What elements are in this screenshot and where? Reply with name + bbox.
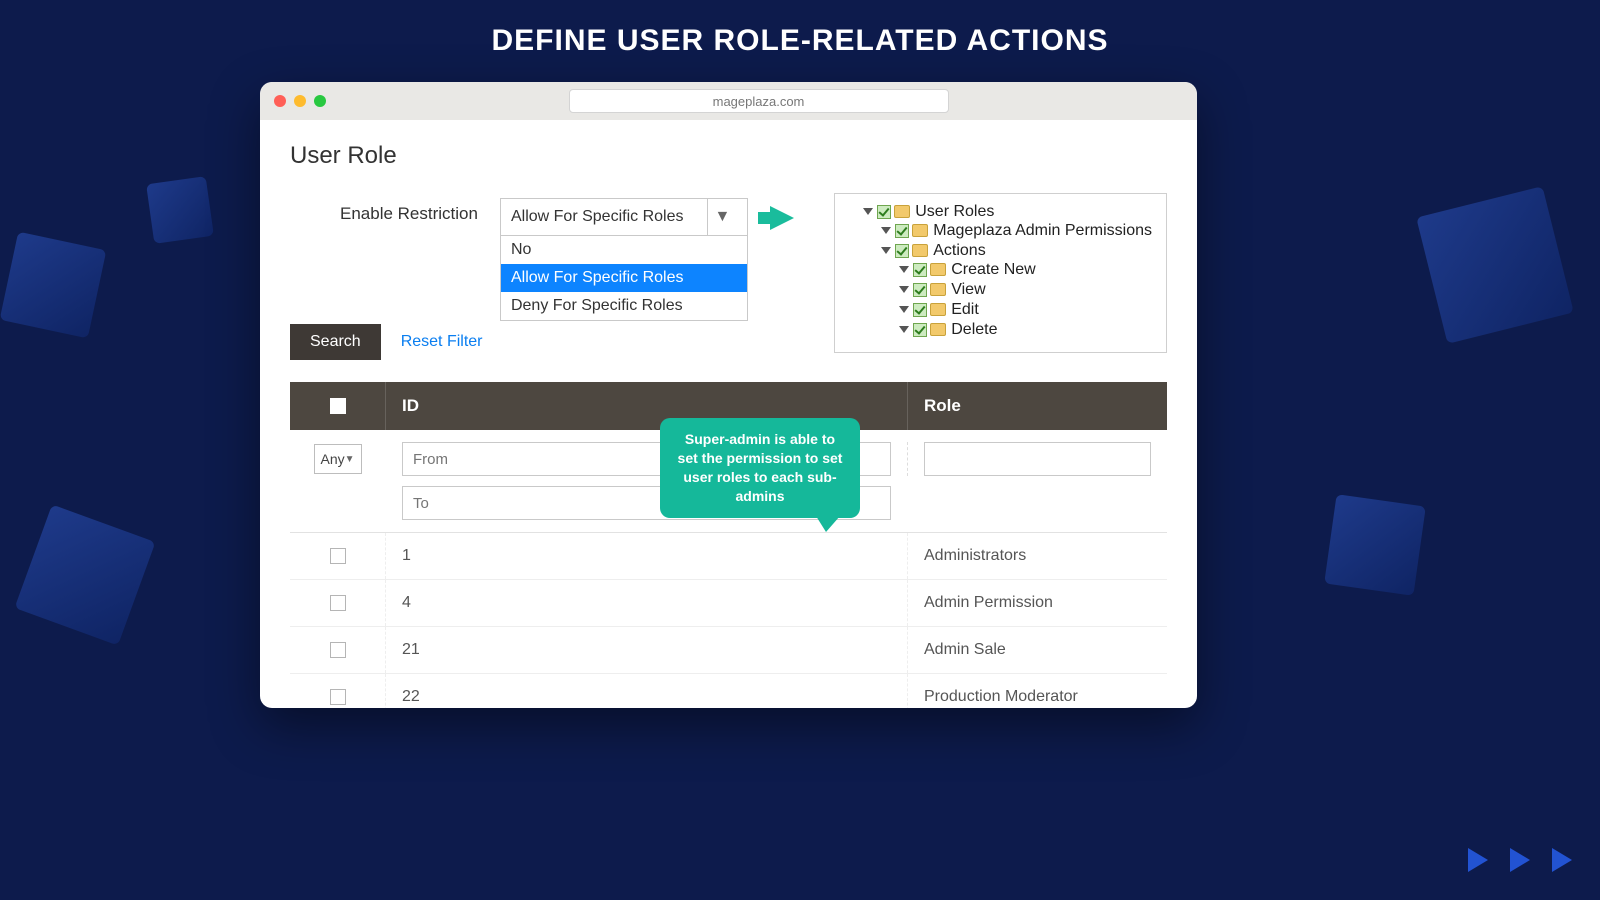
restriction-option-deny[interactable]: Deny For Specific Roles: [501, 292, 747, 320]
maximize-icon[interactable]: [314, 95, 326, 107]
enable-restriction-label: Enable Restriction: [340, 198, 478, 224]
tooltip-bubble: Super-admin is able to set the permissio…: [660, 418, 860, 518]
reset-filter-link[interactable]: Reset Filter: [401, 333, 483, 351]
row-checkbox[interactable]: [330, 595, 346, 611]
play-icon[interactable]: [1552, 848, 1572, 872]
close-icon[interactable]: [274, 95, 286, 107]
filter-role[interactable]: [924, 442, 1151, 476]
restriction-selected-value: Allow For Specific Roles: [511, 208, 684, 226]
role-tree: User Roles Mageplaza Admin Permissions A…: [834, 193, 1167, 353]
play-icon[interactable]: [1468, 848, 1488, 872]
chevron-down-icon: ▼: [707, 199, 737, 235]
arrow-right-icon: [770, 206, 794, 230]
roles-table: ID Role Any▼ Super-admin is able to set …: [290, 382, 1167, 708]
play-icon[interactable]: [1510, 848, 1530, 872]
hero-title: DEFINE USER ROLE-RELATED ACTIONS: [0, 0, 1600, 58]
tree-node-view[interactable]: View: [899, 280, 1152, 300]
table-row[interactable]: 21 Admin Sale: [290, 627, 1167, 674]
tree-node-actions[interactable]: Actions Create New View Edit Delete: [881, 241, 1152, 341]
row-id: 21: [385, 627, 907, 673]
header-role[interactable]: Role: [907, 382, 1167, 430]
table-row[interactable]: 4 Admin Permission: [290, 580, 1167, 627]
row-checkbox[interactable]: [330, 689, 346, 705]
row-role: Admin Sale: [907, 627, 1167, 673]
restriction-option-no[interactable]: No: [501, 236, 747, 264]
row-id: 22: [385, 674, 907, 708]
address-bar[interactable]: mageplaza.com: [569, 89, 949, 113]
carousel-play-icons: [1468, 848, 1572, 872]
row-role: Production Moderator: [907, 674, 1167, 708]
tree-node-permissions[interactable]: Mageplaza Admin Permissions: [881, 221, 1152, 241]
table-row[interactable]: 1 Administrators: [290, 533, 1167, 580]
select-all-checkbox[interactable]: [330, 398, 346, 414]
page-title: User Role: [290, 142, 1167, 170]
window-titlebar: mageplaza.com: [260, 82, 1197, 120]
filter-any-select[interactable]: Any▼: [314, 444, 362, 474]
app-window: mageplaza.com User Role Enable Restricti…: [260, 82, 1197, 708]
row-id: 4: [385, 580, 907, 626]
restriction-dropdown: No Allow For Specific Roles Deny For Spe…: [500, 236, 748, 321]
row-checkbox[interactable]: [330, 642, 346, 658]
row-role: Administrators: [907, 533, 1167, 579]
row-checkbox[interactable]: [330, 548, 346, 564]
minimize-icon[interactable]: [294, 95, 306, 107]
tree-node-delete[interactable]: Delete: [899, 320, 1152, 340]
tree-node-create[interactable]: Create New: [899, 260, 1152, 280]
restriction-option-allow[interactable]: Allow For Specific Roles: [501, 264, 747, 292]
search-button[interactable]: Search: [290, 324, 381, 360]
table-row[interactable]: 22 Production Moderator: [290, 674, 1167, 708]
tree-node-root[interactable]: User Roles Mageplaza Admin Permissions A…: [863, 202, 1152, 342]
row-role: Admin Permission: [907, 580, 1167, 626]
restriction-select[interactable]: Allow For Specific Roles ▼: [500, 198, 748, 236]
tree-node-edit[interactable]: Edit: [899, 300, 1152, 320]
table-filter-row: Any▼ Super-admin is able to set the perm…: [290, 430, 1167, 533]
row-id: 1: [385, 533, 907, 579]
